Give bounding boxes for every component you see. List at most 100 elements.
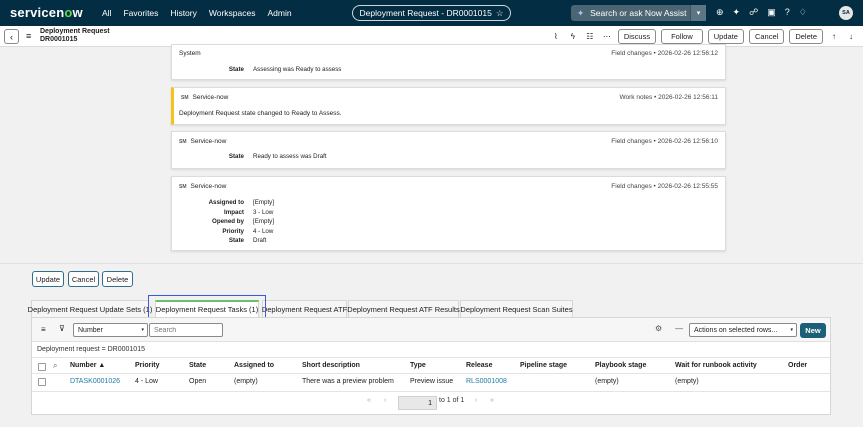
- global-search[interactable]: ✦ Search or ask Now Assist ▾: [571, 5, 706, 21]
- field-label: State: [228, 66, 244, 73]
- row-divider: [32, 373, 830, 374]
- follow-button[interactable]: Follow: [661, 29, 703, 44]
- col-number[interactable]: Number ▲: [70, 362, 105, 369]
- nav-admin[interactable]: Admin: [267, 8, 291, 18]
- delete-button[interactable]: Delete: [789, 29, 823, 44]
- activity-author: Service-now: [192, 94, 229, 101]
- field-label: Impact: [224, 208, 244, 216]
- tab-update-sets[interactable]: Deployment Request Update Sets (1): [28, 300, 152, 317]
- activity-card: System Field changes • 2026-02-26 12:56:…: [171, 44, 726, 80]
- cell-state: Open: [189, 378, 207, 385]
- page-number-input[interactable]: 1: [398, 396, 437, 410]
- paperclip-icon[interactable]: ⌇: [550, 32, 562, 41]
- col-wait-for-runbook[interactable]: Wait for runbook activity: [675, 362, 757, 369]
- first-page-icon[interactable]: «: [367, 397, 371, 404]
- page-total: to 1 of 1: [439, 397, 465, 404]
- search-icon[interactable]: ⌕: [53, 361, 57, 371]
- arrow-down-icon[interactable]: ↓: [845, 32, 857, 41]
- col-state[interactable]: State: [189, 362, 206, 369]
- bottom-update-button[interactable]: Update: [32, 271, 64, 287]
- collapse-icon[interactable]: —: [675, 324, 683, 333]
- top-nav: servicenow All Favorites History Workspa…: [0, 0, 863, 26]
- cancel-button[interactable]: Cancel: [748, 29, 785, 44]
- cell-assigned-to: (empty): [234, 378, 258, 385]
- row-checkbox[interactable]: [38, 378, 46, 386]
- field-value: Draft: [253, 237, 267, 244]
- nav-all[interactable]: All: [102, 8, 111, 18]
- actions-select[interactable]: Actions on selected rows... ▾: [689, 323, 797, 337]
- release-link[interactable]: RLS0001008: [466, 378, 507, 385]
- avatar[interactable]: SA: [839, 6, 853, 20]
- col-priority[interactable]: Priority: [135, 362, 160, 369]
- related-list-panel: ≡ ⊽ Number ▾ ⚙ — Actions on selected row…: [31, 317, 831, 415]
- star-icon[interactable]: ☆: [496, 8, 504, 19]
- tab-atf-results[interactable]: Deployment Request ATF Results: [347, 300, 460, 317]
- filter-icon[interactable]: ⊽: [59, 324, 65, 333]
- row-divider: [32, 357, 830, 358]
- gear-icon[interactable]: ⚙: [655, 324, 662, 333]
- bottom-cancel-button[interactable]: Cancel: [68, 271, 99, 287]
- tab-scan-suites[interactable]: Deployment Request Scan Suites: [460, 300, 573, 317]
- tab-atf[interactable]: Deployment Request ATF: [262, 300, 347, 317]
- new-button[interactable]: New: [800, 323, 826, 338]
- task-number-link[interactable]: DTASK0001026: [70, 378, 120, 385]
- servicenow-logo[interactable]: servicenow: [10, 5, 83, 20]
- field-value: Assessing was Ready to assess: [253, 66, 342, 73]
- globe-icon[interactable]: ⊕: [716, 7, 724, 18]
- section-divider: [0, 263, 863, 264]
- activity-author: System: [179, 50, 201, 57]
- bell-icon[interactable]: ♢: [799, 7, 807, 18]
- search-label: Search or ask Now Assist: [590, 8, 687, 18]
- col-type[interactable]: Type: [410, 362, 426, 369]
- nav-history[interactable]: History: [170, 8, 196, 18]
- col-short-description[interactable]: Short description: [302, 362, 360, 369]
- field-value: Ready to assess was Draft: [253, 153, 327, 160]
- more-icon[interactable]: ⋯: [601, 32, 613, 41]
- chat-icon[interactable]: ☍: [749, 7, 758, 18]
- activity-meta: Field changes • 2026-02-26 12:56:12: [611, 50, 718, 57]
- list-menu-icon[interactable]: ≡: [41, 325, 46, 334]
- record-title-pill[interactable]: Deployment Request - DR0001015 ☆: [352, 5, 511, 21]
- chevron-left-icon: ‹: [10, 31, 13, 42]
- discuss-button[interactable]: Discuss: [617, 29, 657, 44]
- cell-short-description: There was a preview problem: [302, 378, 394, 385]
- col-assigned-to[interactable]: Assigned to: [234, 362, 274, 369]
- author-badge: SM: [179, 183, 187, 190]
- settings-sliders-icon[interactable]: ☷: [584, 32, 596, 41]
- col-pipeline-stage[interactable]: Pipeline stage: [520, 362, 567, 369]
- col-playbook-stage[interactable]: Playbook stage: [595, 362, 646, 369]
- activity-meta: Field changes • 2026-02-26 12:55:55: [611, 183, 718, 190]
- nav-favorites[interactable]: Favorites: [123, 8, 158, 18]
- author-badge: SM: [181, 94, 189, 101]
- col-order[interactable]: Order: [788, 362, 807, 369]
- bottom-delete-button[interactable]: Delete: [102, 271, 133, 287]
- activity-icon[interactable]: ϟ: [567, 32, 579, 41]
- select-all-checkbox[interactable]: [38, 363, 46, 371]
- nav-workspaces[interactable]: Workspaces: [209, 8, 256, 18]
- next-page-icon[interactable]: ›: [475, 397, 477, 404]
- list-search-input[interactable]: [149, 323, 223, 337]
- update-button[interactable]: Update: [707, 29, 744, 44]
- activity-card: SM Service-now Field changes • 2026-02-2…: [171, 131, 726, 169]
- chevron-down-icon: ▾: [790, 327, 793, 333]
- cell-type: Preview issue: [410, 378, 454, 385]
- help-icon[interactable]: ?: [785, 7, 790, 18]
- field-label: Opened by: [212, 218, 244, 225]
- work-note-text: Deployment Request state changed to Read…: [179, 110, 342, 117]
- screen-icon[interactable]: ▣: [767, 7, 776, 18]
- cell-wait-for-runbook: (empty): [675, 378, 699, 385]
- prev-page-icon[interactable]: ‹: [384, 397, 386, 404]
- field-value: 3 - Low: [253, 208, 274, 216]
- sparkle-icon[interactable]: ✦: [733, 7, 741, 18]
- chevron-down-icon[interactable]: ▾: [690, 5, 706, 21]
- hamburger-icon[interactable]: ≡: [26, 31, 31, 41]
- col-release[interactable]: Release: [466, 362, 492, 369]
- back-button[interactable]: ‹: [4, 29, 19, 44]
- last-page-icon[interactable]: »: [490, 397, 494, 404]
- field-label: Assigned to: [208, 199, 244, 206]
- arrow-up-icon[interactable]: ↑: [828, 32, 840, 41]
- breadcrumb[interactable]: Deployment request = DR0001015: [37, 346, 145, 353]
- field-label: State: [228, 237, 244, 244]
- field-select[interactable]: Number ▾: [73, 323, 148, 337]
- field-label: State: [228, 153, 244, 160]
